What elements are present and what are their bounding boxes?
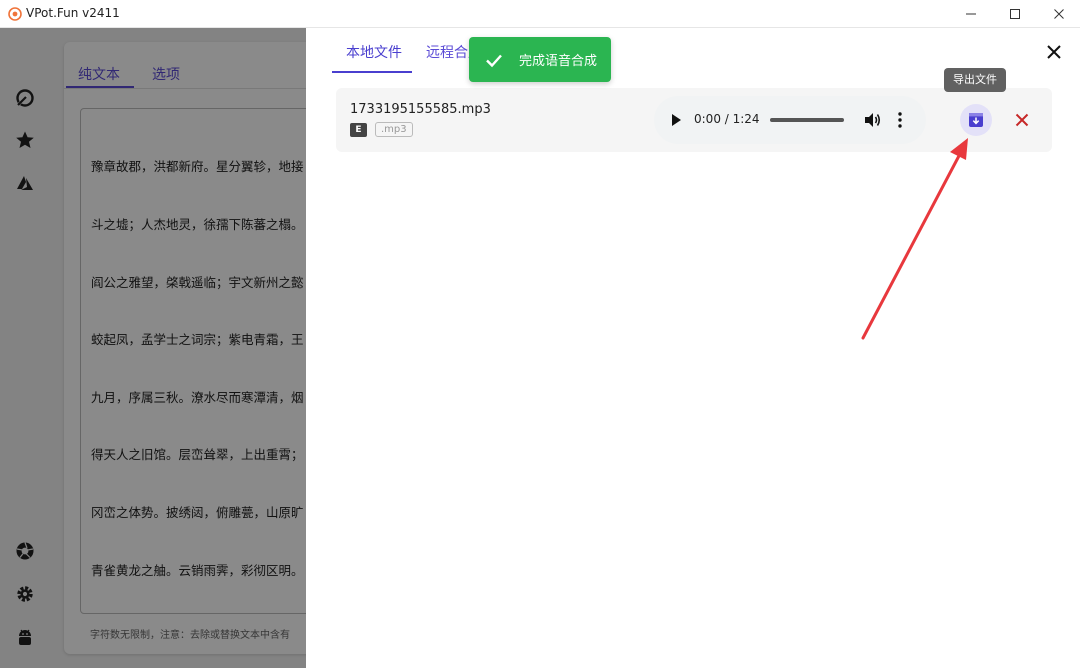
- export-file-button[interactable]: [960, 104, 992, 136]
- file-name: 1733195155585.mp3: [350, 102, 491, 117]
- close-icon: [1047, 45, 1061, 59]
- maximize-button[interactable]: [992, 0, 1038, 28]
- close-icon: [1015, 113, 1029, 127]
- title-bar: VPot.Fun v2411: [0, 0, 1080, 28]
- more-vertical-icon[interactable]: [892, 110, 908, 130]
- volume-icon[interactable]: [862, 110, 882, 130]
- window-close-button[interactable]: [1036, 0, 1080, 28]
- tab-local-files[interactable]: 本地文件: [346, 42, 402, 62]
- active-tab-indicator: [332, 71, 412, 73]
- toast-message: 完成语音合成: [519, 54, 598, 69]
- close-icon: [1054, 9, 1064, 19]
- audio-progress-slider[interactable]: [770, 118, 844, 122]
- success-toast: 完成语音合成: [469, 37, 611, 82]
- modal-scrim[interactable]: [0, 28, 306, 668]
- remove-file-button[interactable]: [1010, 108, 1034, 132]
- file-extension-badge: .mp3: [375, 122, 413, 137]
- minimize-button[interactable]: [948, 0, 994, 28]
- file-drawer: 本地文件 远程合成 1733195155585.mp3 E .mp3 0:00 …: [306, 28, 1080, 668]
- drawer-close-button[interactable]: [1042, 40, 1066, 64]
- file-list-item: 1733195155585.mp3 E .mp3 0:00 / 1:24: [336, 88, 1052, 152]
- export-tooltip: 导出文件: [944, 68, 1006, 92]
- maximize-icon: [1010, 9, 1020, 19]
- export-icon: [969, 113, 983, 127]
- engine-badge: E: [350, 123, 367, 137]
- audio-time: 0:00 / 1:24: [694, 112, 760, 126]
- minimize-icon: [966, 13, 976, 15]
- window-title: VPot.Fun v2411: [26, 6, 120, 20]
- app-logo-icon: [8, 7, 22, 21]
- check-icon: [486, 54, 502, 68]
- audio-player: 0:00 / 1:24: [654, 96, 926, 144]
- play-icon[interactable]: [668, 112, 684, 128]
